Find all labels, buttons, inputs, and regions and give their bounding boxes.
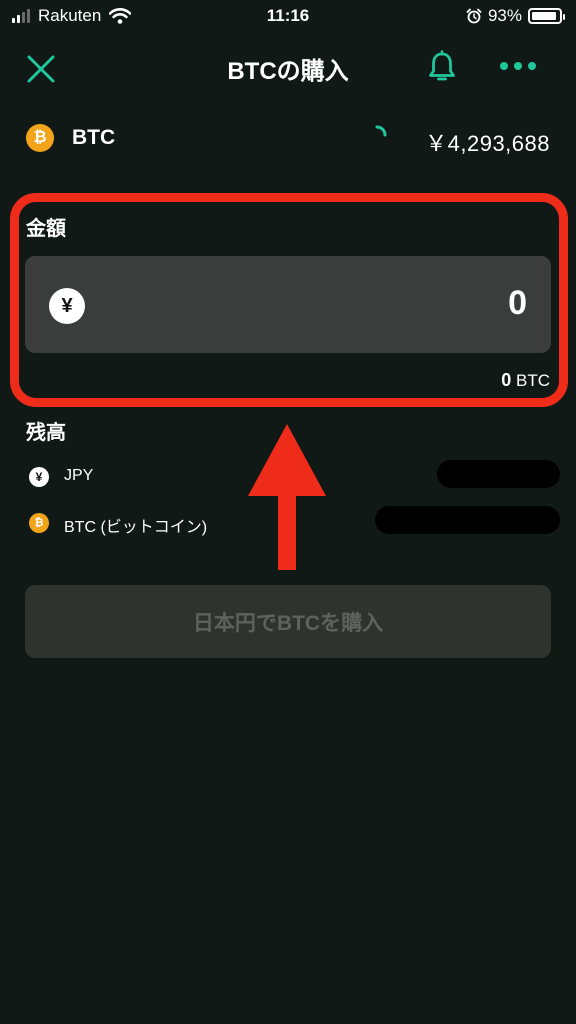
balance-name: JPY bbox=[64, 467, 94, 484]
loading-spinner-icon bbox=[375, 125, 387, 137]
yen-coin-icon: ¥ bbox=[29, 467, 49, 487]
highlight-annotation-frame bbox=[10, 193, 568, 407]
battery-icon bbox=[528, 8, 565, 24]
status-bar: Rakuten 11:16 93% bbox=[0, 0, 576, 32]
redacted-balance bbox=[375, 506, 560, 534]
asset-name: BTC bbox=[72, 126, 116, 149]
balance-name: BTC (ビットコイン) bbox=[64, 519, 208, 536]
status-right: 93% bbox=[466, 6, 565, 26]
btc-coin-icon: ₿ bbox=[26, 124, 54, 152]
asset-row: ₿ BTC ￥4,293,688 bbox=[0, 118, 576, 158]
buy-button[interactable]: 日本円でBTCを購入 bbox=[25, 585, 551, 658]
battery-percent: 93% bbox=[487, 6, 522, 25]
red-arrow-annotation bbox=[248, 424, 326, 570]
balance-label: 残高 bbox=[26, 422, 66, 444]
alarm-icon bbox=[466, 8, 482, 24]
asset-price: ￥4,293,688 bbox=[425, 131, 550, 156]
btc-coin-icon: ₿ bbox=[29, 513, 49, 533]
more-dots-icon[interactable] bbox=[498, 59, 538, 73]
page-title: BTCの購入 bbox=[227, 58, 349, 85]
header: BTCの購入 bbox=[0, 40, 576, 96]
bell-icon[interactable] bbox=[426, 50, 458, 84]
redacted-balance bbox=[437, 460, 560, 488]
buy-btc-screen: Rakuten 11:16 93% BTCの購入 ₿ BTC ￥4,293,68… bbox=[0, 0, 576, 1024]
